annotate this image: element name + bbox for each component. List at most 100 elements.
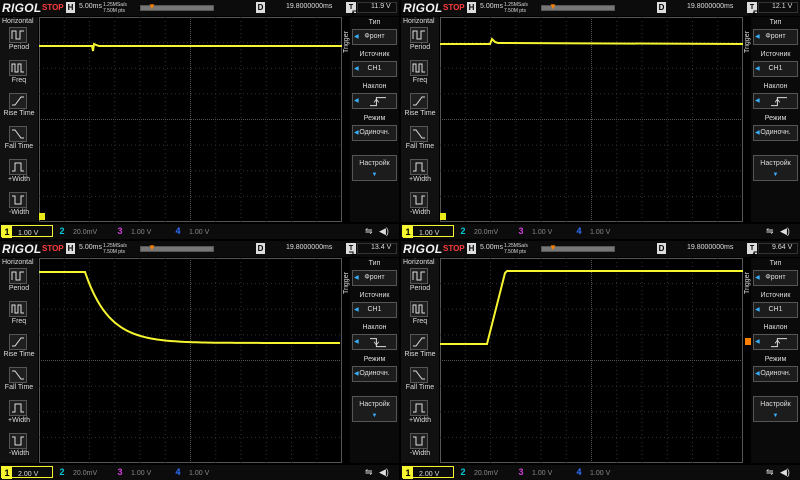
channel-4-indicator[interactable]: 4 1.00 V (173, 466, 225, 478)
trigger-source-select[interactable]: ◀ CH1 (352, 302, 397, 318)
positive-width-icon[interactable] (9, 400, 27, 416)
freq-icon[interactable] (9, 60, 27, 76)
negative-width-icon[interactable] (9, 192, 27, 208)
left-arrow-icon: ◀ (755, 275, 760, 281)
channel-2-indicator[interactable]: 2 20.0mV (57, 225, 109, 237)
trigger-slope-select[interactable]: ◀ (753, 93, 798, 109)
timebase-value[interactable]: 5.00ms (480, 3, 503, 10)
channel-3-indicator[interactable]: 3 1.00 V (516, 225, 568, 237)
period-icon[interactable] (9, 27, 27, 43)
speaker-icon[interactable]: ◀) (780, 467, 790, 478)
period-label: Period (409, 285, 431, 292)
fall-time-icon[interactable] (410, 367, 428, 383)
scope-screen-2: RIGOL STOP H 5.00ms 1.25MSa/s 7.50M pts … (401, 0, 800, 239)
trigger-settings-button[interactable]: Настройк ▼ (753, 396, 798, 422)
trigger-level-marker[interactable] (745, 338, 751, 345)
speaker-icon[interactable]: ◀) (780, 226, 790, 237)
timebase-value[interactable]: 5.00ms (480, 244, 503, 251)
channel-2-indicator[interactable]: 2 20.0mV (458, 466, 510, 478)
positive-width-icon[interactable] (410, 159, 428, 175)
rise-time-icon[interactable] (9, 93, 27, 109)
channel-2-number: 2 (460, 467, 466, 477)
trigger-level[interactable]: 13.4 V (371, 244, 391, 251)
trigger-menu: Тип ◀ Фронт Источник ◀ CH1 Наклон ◀ Режи… (350, 258, 399, 463)
channel-4-indicator[interactable]: 4 1.00 V (173, 225, 225, 237)
trigger-source-select[interactable]: ◀ CH1 (753, 61, 798, 77)
channel-1-indicator[interactable]: 1 1.00 V (1, 225, 53, 238)
trigger-level[interactable]: 12.1 V (772, 3, 792, 10)
channel-4-indicator[interactable]: 4 1.00 V (574, 466, 626, 478)
positive-width-icon[interactable] (410, 400, 428, 416)
trigger-slope-select[interactable]: ◀ (352, 334, 397, 350)
trigger-type-select[interactable]: ◀ Фронт (352, 270, 397, 286)
delay-value[interactable]: 19.8000000ms (286, 3, 332, 10)
waveform-display[interactable] (440, 258, 743, 463)
trigger-type-select[interactable]: ◀ Фронт (352, 29, 397, 45)
speaker-icon[interactable]: ◀) (379, 467, 389, 478)
negative-width-icon[interactable] (410, 433, 428, 449)
waveform-display[interactable] (440, 17, 743, 222)
channel-2-indicator[interactable]: 2 20.0mV (57, 466, 109, 478)
freq-icon[interactable] (410, 60, 428, 76)
delay-value[interactable]: 19.8000000ms (687, 244, 733, 251)
run-status[interactable]: STOP (443, 2, 467, 13)
channel-1-scale: 2.00 V (18, 471, 39, 478)
waveform-display[interactable] (39, 258, 342, 463)
trigger-source-select[interactable]: ◀ CH1 (352, 61, 397, 77)
channel-4-scale: 1.00 V (189, 470, 210, 477)
channel-3-indicator[interactable]: 3 1.00 V (115, 466, 167, 478)
rising-edge-icon (771, 96, 787, 113)
waveform-svg (440, 17, 743, 222)
trigger-settings-button[interactable]: Настройк ▼ (753, 155, 798, 181)
channel-1-indicator[interactable]: 1 1.00 V (402, 225, 454, 238)
trigger-type-select[interactable]: ◀ Фронт (753, 29, 798, 45)
channel-3-scale: 1.00 V (532, 470, 553, 477)
period-icon[interactable] (9, 268, 27, 284)
rise-time-icon[interactable] (410, 93, 428, 109)
timebase-value[interactable]: 5.00ms (79, 3, 102, 10)
trigger-mode-value: Одиночн. (359, 129, 390, 136)
rise-time-icon[interactable] (410, 334, 428, 350)
trigger-mode-select[interactable]: ◀ Одиночн. (352, 125, 397, 141)
fall-time-icon[interactable] (9, 126, 27, 142)
rigol-logo: RIGOL (403, 1, 443, 15)
speaker-icon[interactable]: ◀) (379, 226, 389, 237)
channel-2-indicator[interactable]: 2 20.0mV (458, 225, 510, 237)
trigger-mode-select[interactable]: ◀ Одиночн. (753, 125, 798, 141)
channel-3-indicator[interactable]: 3 1.00 V (516, 466, 568, 478)
trigger-slope-select[interactable]: ◀ (753, 334, 798, 350)
channel-3-scale: 1.00 V (131, 229, 152, 236)
channel-3-indicator[interactable]: 3 1.00 V (115, 225, 167, 237)
channel-1-indicator[interactable]: 1 2.00 V (402, 466, 454, 479)
trigger-settings-button[interactable]: Настройк ▼ (352, 396, 397, 422)
period-icon[interactable] (410, 27, 428, 43)
freq-icon[interactable] (410, 301, 428, 317)
negative-width-label: -Width (8, 209, 30, 216)
delay-value[interactable]: 19.8000000ms (286, 244, 332, 251)
negative-width-icon[interactable] (410, 192, 428, 208)
trigger-level[interactable]: 11.9 V (371, 3, 391, 10)
trigger-mode-select[interactable]: ◀ Одиночн. (753, 366, 798, 382)
trigger-source-title: Источник (359, 292, 390, 299)
fall-time-icon[interactable] (410, 126, 428, 142)
channel-4-indicator[interactable]: 4 1.00 V (574, 225, 626, 237)
negative-width-icon[interactable] (9, 433, 27, 449)
waveform-display[interactable] (39, 17, 342, 222)
fall-time-icon[interactable] (9, 367, 27, 383)
trigger-type-select[interactable]: ◀ Фронт (753, 270, 798, 286)
trigger-mode-select[interactable]: ◀ Одиночн. (352, 366, 397, 382)
positive-width-icon[interactable] (9, 159, 27, 175)
channel-1-indicator[interactable]: 1 2.00 V (1, 466, 53, 479)
rise-time-icon[interactable] (9, 334, 27, 350)
timebase-value[interactable]: 5.00ms (79, 244, 102, 251)
run-status[interactable]: STOP (443, 243, 467, 254)
run-status[interactable]: STOP (42, 2, 66, 13)
trigger-level[interactable]: 9.64 V (772, 244, 792, 251)
run-status[interactable]: STOP (42, 243, 66, 254)
period-icon[interactable] (410, 268, 428, 284)
trigger-source-select[interactable]: ◀ CH1 (753, 302, 798, 318)
freq-icon[interactable] (9, 301, 27, 317)
trigger-settings-button[interactable]: Настройк ▼ (352, 155, 397, 181)
trigger-slope-select[interactable]: ◀ (352, 93, 397, 109)
delay-value[interactable]: 19.8000000ms (687, 3, 733, 10)
